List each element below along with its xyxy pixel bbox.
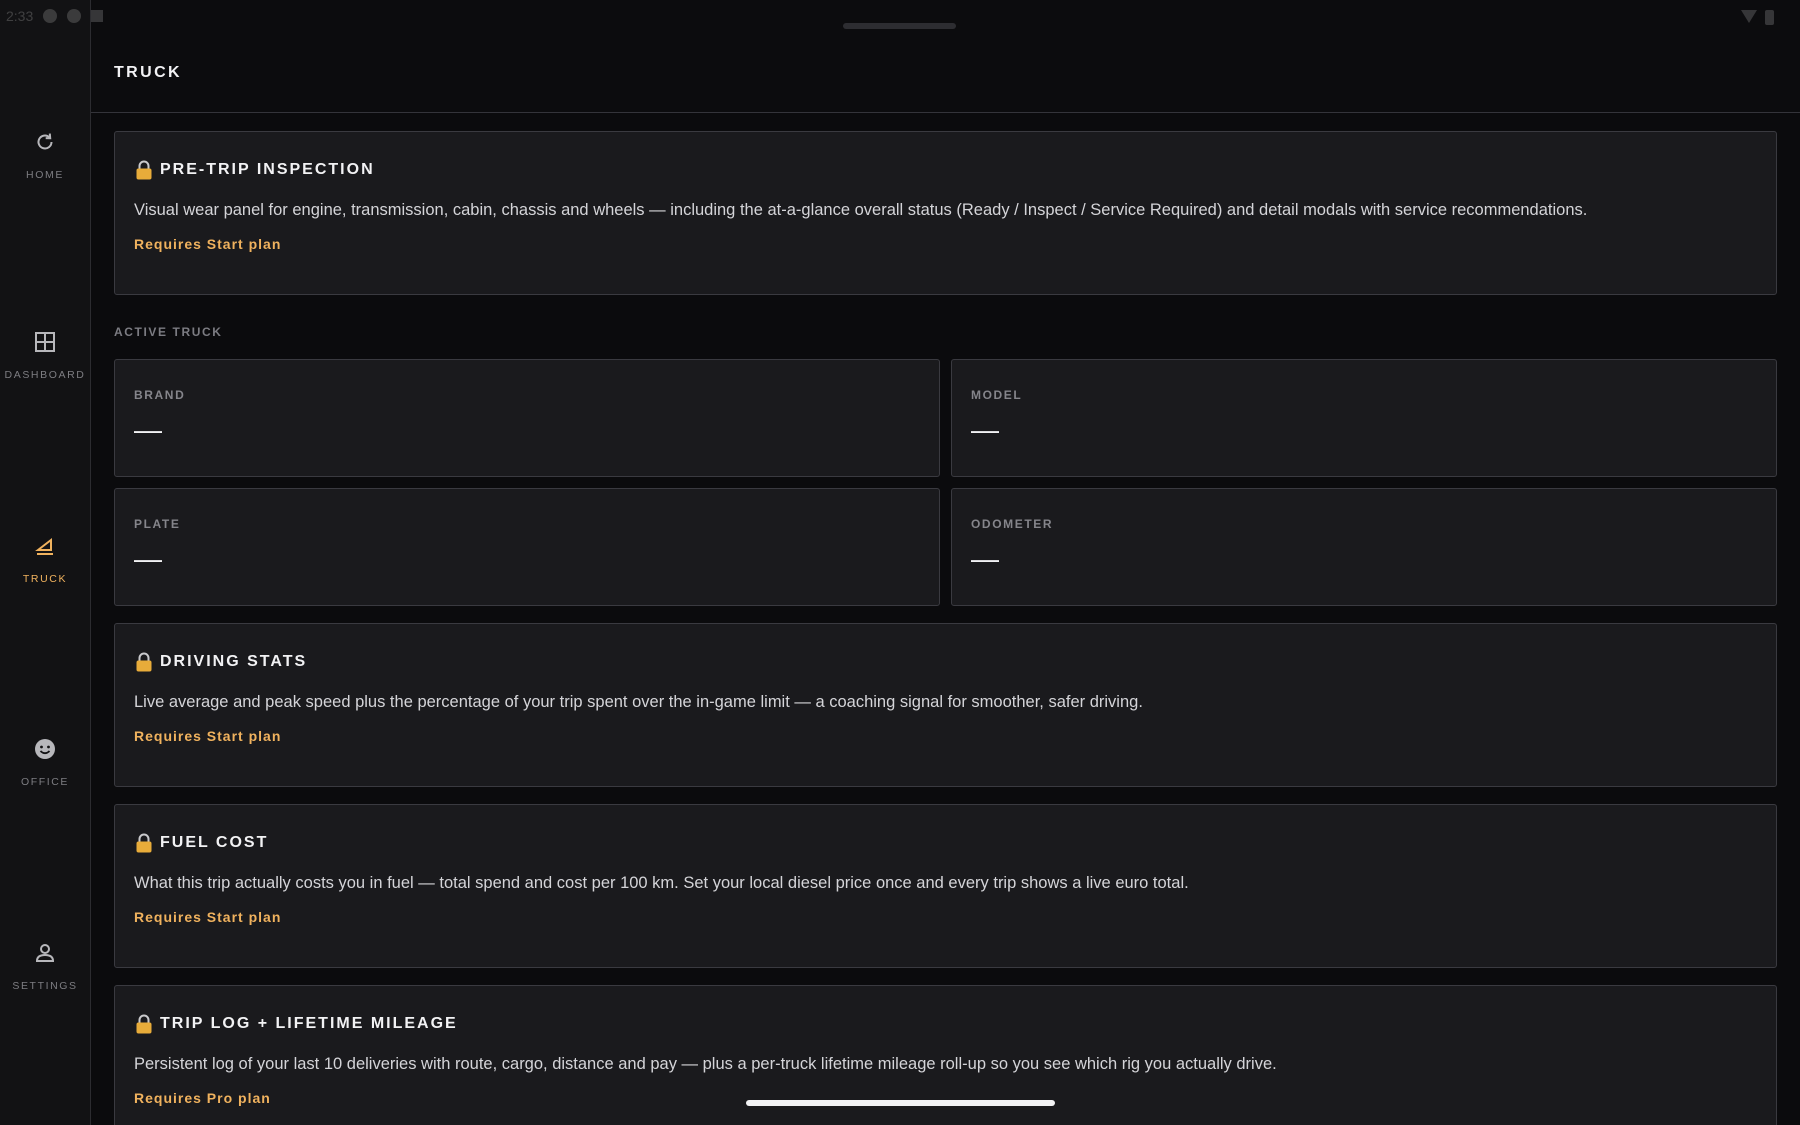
stat-label: BRAND (134, 388, 186, 402)
feature-description: Persistent log of your last 10 deliverie… (134, 1055, 1277, 1073)
status-left: 2:33 (6, 8, 104, 24)
driving-stats-card: DRIVING STATS Live average and peak spee… (114, 623, 1777, 787)
stat-card-plate: PLATE — (114, 488, 940, 606)
notification-icon (91, 10, 104, 22)
feature-title: DRIVING STATS (160, 653, 308, 670)
page-title: TRUCK (114, 64, 182, 81)
status-right (1741, 10, 1774, 25)
feature-header: PRE-TRIP INSPECTION (134, 158, 1757, 182)
wifi-icon (1741, 10, 1757, 23)
lock-icon (134, 159, 154, 181)
status-time: 2:33 (6, 8, 34, 24)
refresh-icon (33, 127, 57, 157)
upgrade-plan-link[interactable]: Requires Start plan (134, 728, 281, 744)
sidebar-item-label: OFFICE (20, 776, 70, 788)
pretrip-inspection-card: PRE-TRIP INSPECTION Visual wear panel fo… (114, 131, 1777, 295)
upgrade-plan-link[interactable]: Requires Pro plan (134, 1090, 271, 1106)
battery-icon (1765, 10, 1774, 25)
feature-description: Live average and peak speed plus the per… (134, 693, 1143, 711)
sidebar-item-dashboard[interactable]: DASHBOARD (0, 327, 90, 417)
active-truck-grid: BRAND — MODEL — PLATE — ODOMETER — (114, 359, 1777, 606)
sidebar-nav: HOME DASHBOARD TRUCK OFFICE SETTINGS (0, 0, 91, 1125)
truck-icon (33, 531, 57, 561)
smiley-icon (33, 734, 57, 764)
feature-title: TRIP LOG + LIFETIME MILEAGE (160, 1015, 458, 1032)
sidebar-item-office[interactable]: OFFICE (0, 734, 90, 824)
main-content: PRE-TRIP INSPECTION Visual wear panel fo… (114, 131, 1777, 1125)
stat-label: PLATE (134, 517, 181, 531)
feature-header: TRIP LOG + LIFETIME MILEAGE (134, 1012, 1757, 1036)
feature-header: FUEL COST (134, 831, 1757, 855)
lock-icon (134, 651, 154, 673)
stat-value: — (971, 543, 999, 574)
top-handle (843, 23, 956, 29)
lock-icon (134, 1013, 154, 1035)
stat-value: — (134, 543, 162, 574)
feature-header: DRIVING STATS (134, 650, 1757, 674)
upgrade-plan-link[interactable]: Requires Start plan (134, 236, 281, 252)
alarm-icon (43, 9, 58, 23)
lock-icon (134, 832, 154, 854)
sidebar-item-home[interactable]: HOME (0, 127, 90, 217)
stat-label: MODEL (971, 388, 1023, 402)
sidebar-item-label: DASHBOARD (4, 369, 86, 381)
section-label-active-truck: ACTIVE TRUCK (114, 325, 223, 339)
sidebar-item-settings[interactable]: SETTINGS (0, 938, 90, 1028)
stat-card-model: MODEL — (951, 359, 1777, 477)
feature-title: PRE-TRIP INSPECTION (160, 161, 375, 178)
fuel-cost-card: FUEL COST What this trip actually costs … (114, 804, 1777, 968)
status-bar: 2:33 (0, 0, 1800, 36)
sync-icon (67, 9, 82, 23)
person-icon (33, 938, 57, 968)
feature-title: FUEL COST (160, 834, 269, 851)
home-indicator[interactable] (746, 1100, 1055, 1106)
grid-icon (33, 327, 57, 357)
stat-card-odometer: ODOMETER — (951, 488, 1777, 606)
sidebar-item-label: SETTINGS (12, 980, 78, 992)
upgrade-plan-link[interactable]: Requires Start plan (134, 909, 281, 925)
feature-description: What this trip actually costs you in fue… (134, 874, 1189, 892)
stat-label: ODOMETER (971, 517, 1054, 531)
sidebar-item-label: TRUCK (22, 573, 68, 585)
stat-value: — (971, 414, 999, 445)
sidebar-item-label: HOME (26, 169, 64, 181)
stat-card-brand: BRAND — (114, 359, 940, 477)
sidebar-item-truck[interactable]: TRUCK (0, 531, 90, 621)
feature-description: Visual wear panel for engine, transmissi… (134, 201, 1588, 219)
stat-value: — (134, 414, 162, 445)
